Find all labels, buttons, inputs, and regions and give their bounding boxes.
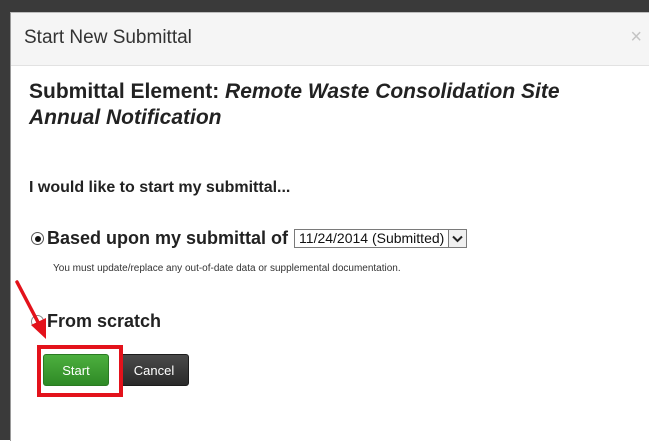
from-scratch-label[interactable]: From scratch xyxy=(47,311,161,332)
chevron-down-icon[interactable] xyxy=(449,230,467,247)
start-submittal-dialog: Start New Submittal × Submittal Element:… xyxy=(10,12,649,441)
based-upon-radio[interactable] xyxy=(31,232,44,245)
dialog-header: Start New Submittal × xyxy=(11,13,649,66)
cancel-button[interactable]: Cancel xyxy=(119,354,189,386)
page-backdrop-top xyxy=(0,0,649,12)
based-upon-label[interactable]: Based upon my submittal of xyxy=(47,228,288,249)
element-prefix: Submittal Element: xyxy=(29,80,226,103)
start-prompt: I would like to start my submittal... xyxy=(29,179,291,196)
dialog-title: Start New Submittal xyxy=(24,27,192,48)
option-based-upon[interactable]: Based upon my submittal of 11/24/2014 (S… xyxy=(31,228,468,249)
from-scratch-radio[interactable] xyxy=(31,315,44,328)
option-from-scratch[interactable]: From scratch xyxy=(31,311,161,332)
close-icon[interactable]: × xyxy=(630,26,642,48)
annotation-highlight-box xyxy=(37,345,123,397)
submittal-element-heading: Submittal Element: Remote Waste Consolid… xyxy=(29,79,629,131)
based-upon-note: You must update/replace any out-of-date … xyxy=(53,263,401,274)
previous-submittal-value[interactable]: 11/24/2014 (Submitted) xyxy=(295,230,450,247)
previous-submittal-select[interactable]: 11/24/2014 (Submitted) xyxy=(294,229,468,248)
